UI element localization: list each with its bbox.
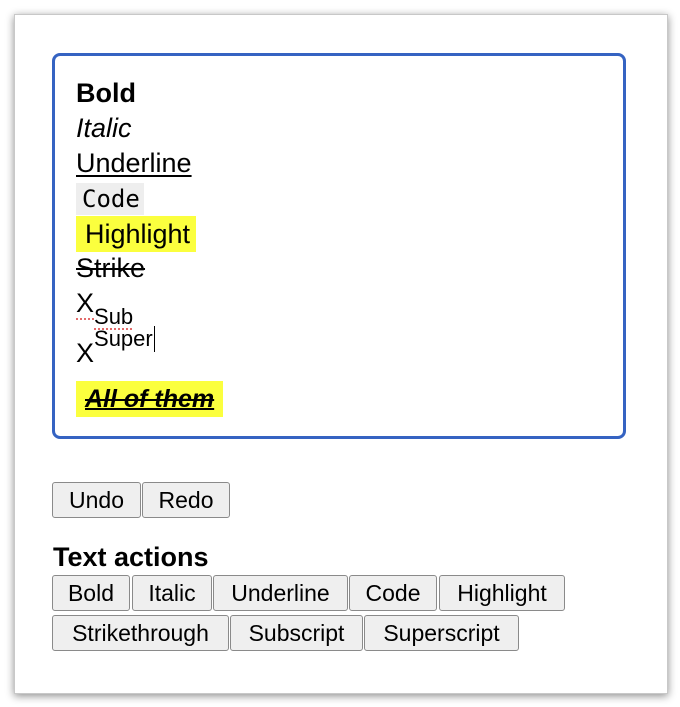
highlight-text: Highlight [76, 216, 197, 252]
all-formats-line: All of them [76, 381, 224, 426]
italic-button[interactable]: Italic [132, 575, 212, 611]
bold-text: Bold [76, 78, 136, 108]
underline-text: Underline [76, 148, 192, 178]
text-caret [153, 326, 155, 352]
highlight-button[interactable]: Highlight [439, 575, 565, 611]
subscript-button[interactable]: Subscript [230, 615, 363, 651]
italic-text: Italic [76, 113, 132, 143]
superscript-text: Super [94, 326, 153, 351]
superscript-line: XSuper [76, 326, 155, 372]
undo-button[interactable]: Undo [52, 482, 141, 518]
code-text: Code [76, 183, 144, 215]
highlight-line: Highlight [76, 216, 197, 252]
redo-button[interactable]: Redo [142, 482, 230, 518]
underline-button[interactable]: Underline [213, 575, 348, 611]
rich-text-editor[interactable]: Bold Italic Underline Code Highlight Str… [52, 53, 626, 439]
strike-text: Strike [76, 253, 146, 283]
code-line: Code [76, 181, 144, 216]
superscript-base: X [76, 338, 95, 368]
subscript-line: XSub [76, 286, 133, 329]
superscript-button[interactable]: Superscript [364, 615, 519, 651]
code-button[interactable]: Code [349, 575, 437, 611]
text-actions-title: Text actions [53, 542, 209, 572]
app-frame: Bold Italic Underline Code Highlight Str… [14, 14, 668, 694]
all-formats-text: All of them [76, 381, 224, 417]
strikethrough-button[interactable]: Strikethrough [52, 615, 229, 651]
subscript-base: X [76, 288, 95, 318]
bold-button[interactable]: Bold [52, 575, 130, 611]
